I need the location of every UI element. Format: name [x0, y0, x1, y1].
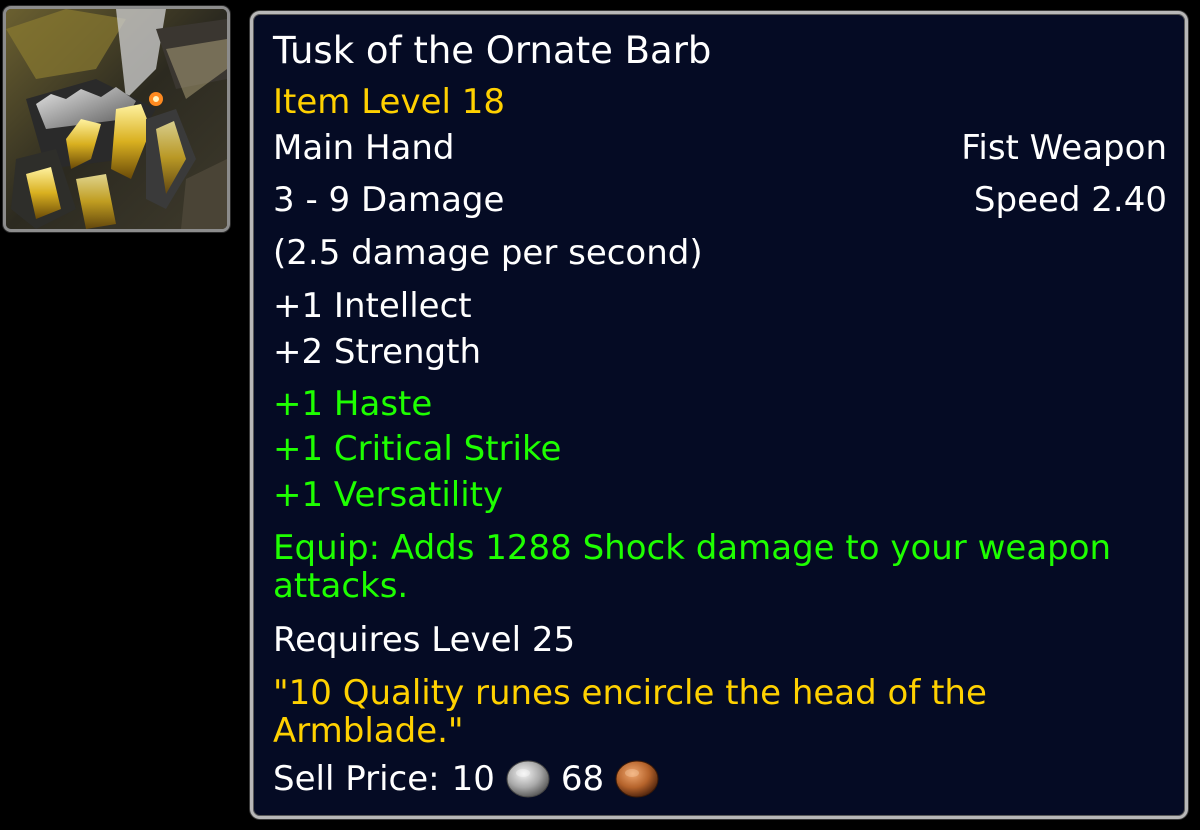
stat-critical-strike: +1 Critical Strike [273, 429, 562, 469]
stat-intellect: +1 Intellect [273, 286, 472, 326]
sell-price-label: Sell Price: [273, 759, 440, 799]
damage-row: 3 - 9 Damage Speed 2.40 [273, 180, 1167, 220]
stat-strength: +2 Strength [273, 332, 482, 372]
fist-weapon-armblade-icon [6, 9, 227, 229]
stat-versatility: +1 Versatility [273, 475, 504, 515]
item-icon[interactable] [3, 6, 230, 232]
copper-coin-icon [614, 759, 660, 799]
item-tooltip: Tusk of the Ornate Barb Item Level 18 Ma… [250, 11, 1188, 819]
weapon-type: Fist Weapon [961, 128, 1167, 168]
item-level: Item Level 18 [273, 82, 506, 122]
item-slot: Main Hand [273, 128, 455, 168]
sell-price-row: Sell Price: 10 68 [273, 759, 1167, 799]
weapon-damage: 3 - 9 Damage [273, 180, 505, 220]
slot-row: Main Hand Fist Weapon [273, 128, 1167, 168]
sell-price-copper: 68 [560, 759, 605, 799]
weapon-speed: Speed 2.40 [973, 180, 1167, 220]
flavor-text: "10 Quality runes encircle the head of t… [273, 673, 987, 751]
equip-effect: Equip: Adds 1288 Shock damage to your we… [273, 528, 1112, 606]
sell-price-silver: 10 [451, 759, 495, 799]
item-name: Tusk of the Ornate Barb [273, 29, 712, 72]
silver-coin-icon [505, 759, 551, 799]
stat-haste: +1 Haste [273, 384, 433, 424]
requires-level: Requires Level 25 [273, 620, 576, 660]
weapon-dps: (2.5 damage per second) [273, 233, 703, 273]
